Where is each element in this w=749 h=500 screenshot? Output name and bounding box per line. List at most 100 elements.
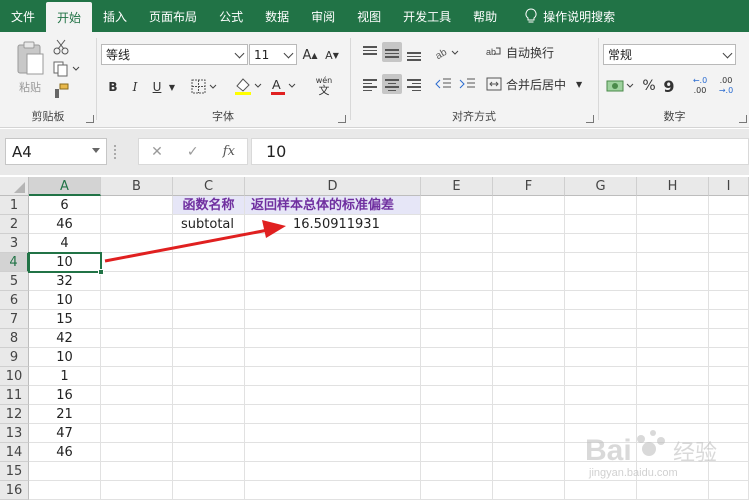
cell-g7[interactable] — [565, 310, 637, 329]
number-launcher-icon[interactable] — [739, 115, 747, 123]
paste-button-label[interactable]: 粘贴 — [12, 80, 48, 94]
cell-e4[interactable] — [421, 253, 493, 272]
chevron-down-icon[interactable] — [92, 148, 100, 153]
copy-icon[interactable] — [52, 60, 82, 78]
cell-e6[interactable] — [421, 291, 493, 310]
fill-color-button[interactable] — [232, 75, 266, 97]
row-header-13[interactable]: 13 — [0, 424, 29, 443]
cell-b16[interactable] — [101, 481, 173, 500]
cell-e9[interactable] — [421, 348, 493, 367]
row-header-9[interactable]: 9 — [0, 348, 29, 367]
row-header-8[interactable]: 8 — [0, 329, 29, 348]
cell-i7[interactable] — [709, 310, 749, 329]
formula-input[interactable]: 10 — [251, 138, 749, 165]
cell-c12[interactable] — [173, 405, 245, 424]
cell-c4[interactable] — [173, 253, 245, 272]
clipboard-launcher-icon[interactable] — [86, 115, 94, 123]
cell-e14[interactable] — [421, 443, 493, 462]
row-header-1[interactable]: 1 — [0, 196, 29, 215]
row-header-16[interactable]: 16 — [0, 481, 29, 500]
paste-icon[interactable] — [12, 38, 48, 80]
cell-g2[interactable] — [565, 215, 637, 234]
cell-b5[interactable] — [101, 272, 173, 291]
row-header-10[interactable]: 10 — [0, 367, 29, 386]
cell-h2[interactable] — [637, 215, 709, 234]
cell-a11[interactable]: 16 — [29, 386, 101, 405]
cell-e7[interactable] — [421, 310, 493, 329]
cell-g11[interactable] — [565, 386, 637, 405]
cell-h1[interactable] — [637, 196, 709, 215]
underline-button[interactable]: U — [148, 77, 166, 97]
cell-d6[interactable] — [245, 291, 421, 310]
cell-c13[interactable] — [173, 424, 245, 443]
cell-a16[interactable] — [29, 481, 101, 500]
column-header-e[interactable]: E — [421, 177, 493, 196]
column-header-c[interactable]: C — [173, 177, 245, 196]
borders-button[interactable] — [190, 77, 220, 97]
merge-center-button[interactable]: 合并后居中 ▼ — [486, 74, 586, 94]
cell-b15[interactable] — [101, 462, 173, 481]
cell-e15[interactable] — [421, 462, 493, 481]
cell-e3[interactable] — [421, 234, 493, 253]
align-top-icon[interactable] — [360, 42, 380, 62]
decrease-decimal-button[interactable]: .00 →.0 — [714, 74, 738, 98]
cell-c14[interactable] — [173, 443, 245, 462]
currency-format-button[interactable] — [604, 75, 638, 97]
cell-b13[interactable] — [101, 424, 173, 443]
cell-a14[interactable]: 46 — [29, 443, 101, 462]
font-size-select[interactable]: 11 — [249, 44, 297, 65]
cell-d12[interactable] — [245, 405, 421, 424]
cell-a4[interactable]: 10 — [29, 253, 101, 272]
tab-5[interactable]: 数据 — [254, 0, 300, 32]
cell-a2[interactable]: 46 — [29, 215, 101, 234]
cell-b10[interactable] — [101, 367, 173, 386]
shrink-font-button[interactable]: A ▼ — [323, 45, 341, 65]
align-right-icon[interactable] — [404, 74, 424, 94]
row-header-11[interactable]: 11 — [0, 386, 29, 405]
cell-a6[interactable]: 10 — [29, 291, 101, 310]
cell-c11[interactable] — [173, 386, 245, 405]
cell-f1[interactable] — [493, 196, 565, 215]
cell-f3[interactable] — [493, 234, 565, 253]
cell-g3[interactable] — [565, 234, 637, 253]
font-name-select[interactable]: 等线 — [101, 44, 248, 65]
cell-a1[interactable]: 6 — [29, 196, 101, 215]
cell-h3[interactable] — [637, 234, 709, 253]
cell-f13[interactable] — [493, 424, 565, 443]
cell-h11[interactable] — [637, 386, 709, 405]
cell-a10[interactable]: 1 — [29, 367, 101, 386]
cell-d3[interactable] — [245, 234, 421, 253]
row-header-2[interactable]: 2 — [0, 215, 29, 234]
cell-d15[interactable] — [245, 462, 421, 481]
align-middle-icon[interactable] — [382, 42, 402, 62]
chevron-down-icon[interactable]: ▼ — [166, 77, 178, 97]
cell-d4[interactable] — [245, 253, 421, 272]
row-header-4[interactable]: 4 — [0, 253, 29, 272]
cell-i11[interactable] — [709, 386, 749, 405]
row-header-7[interactable]: 7 — [0, 310, 29, 329]
cell-i4[interactable] — [709, 253, 749, 272]
cell-d8[interactable] — [245, 329, 421, 348]
cell-c2[interactable]: subtotal — [173, 215, 245, 234]
cell-c1[interactable]: 函数名称 — [173, 196, 245, 215]
italic-button[interactable]: I — [126, 77, 144, 97]
cell-a5[interactable]: 32 — [29, 272, 101, 291]
column-header-i[interactable]: I — [709, 177, 749, 196]
cell-i6[interactable] — [709, 291, 749, 310]
cell-g5[interactable] — [565, 272, 637, 291]
cell-f8[interactable] — [493, 329, 565, 348]
row-header-14[interactable]: 14 — [0, 443, 29, 462]
font-launcher-icon[interactable] — [338, 115, 346, 123]
cell-d11[interactable] — [245, 386, 421, 405]
cell-c16[interactable] — [173, 481, 245, 500]
cell-h8[interactable] — [637, 329, 709, 348]
row-header-15[interactable]: 15 — [0, 462, 29, 481]
decrease-indent-icon[interactable] — [432, 74, 454, 94]
format-painter-icon[interactable] — [52, 82, 70, 100]
cell-f10[interactable] — [493, 367, 565, 386]
cell-a3[interactable]: 4 — [29, 234, 101, 253]
align-center-icon[interactable] — [382, 74, 402, 94]
cell-c3[interactable] — [173, 234, 245, 253]
cell-d14[interactable] — [245, 443, 421, 462]
cell-d9[interactable] — [245, 348, 421, 367]
